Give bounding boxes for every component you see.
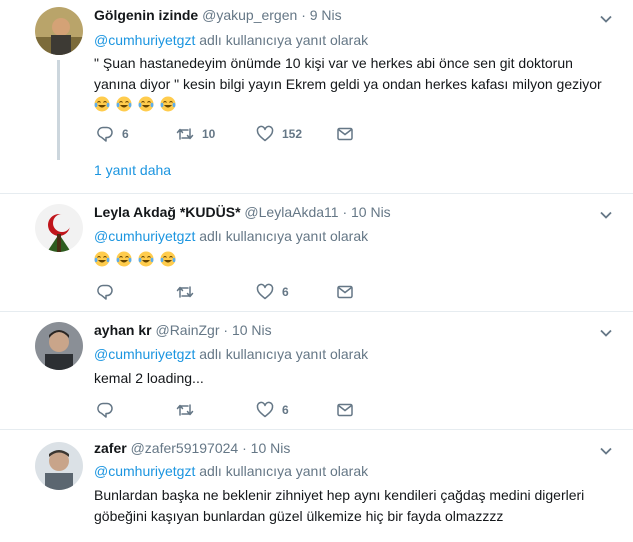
username[interactable]: @zafer59197024	[131, 440, 239, 456]
reply-prefix: adlı kullanıcıya yanıt olarak	[199, 346, 369, 362]
reply-prefix: adlı kullanıcıya yanıt olarak	[199, 228, 369, 244]
avatar[interactable]	[35, 204, 83, 252]
display-name[interactable]: zafer	[94, 440, 127, 456]
tweet-header: zafer @zafer59197024 · 10 Nis	[94, 440, 290, 456]
reply-prefix: adlı kullanıcıya yanıt olarak	[199, 463, 369, 479]
username[interactable]: @yakup_ergen	[202, 7, 297, 23]
tweet-text	[94, 250, 614, 271]
reply-button[interactable]	[96, 282, 122, 302]
separator-dot: ·	[301, 7, 306, 23]
reply-context: @cumhuriyetgzt adlı kullanıcıya yanıt ol…	[94, 346, 368, 362]
direct-message-button[interactable]	[336, 400, 354, 420]
like-button[interactable]: 152	[256, 124, 302, 144]
username[interactable]: @LeylaAkda11	[244, 204, 338, 220]
tweet-3[interactable]: ayhan kr @RainZgr · 10 Nis @cumhuriyetgz…	[0, 312, 633, 430]
chevron-down-icon[interactable]	[599, 12, 613, 26]
timestamp[interactable]: 10 Nis	[251, 440, 291, 456]
separator-dot: ·	[242, 440, 247, 456]
message-icon	[337, 403, 353, 417]
like-icon	[256, 125, 274, 142]
laughing-tears-emoji	[138, 251, 154, 267]
message-icon	[337, 127, 353, 141]
username[interactable]: @RainZgr	[155, 322, 219, 338]
show-more-replies-link[interactable]: 1 yanıt daha	[94, 162, 171, 178]
reply-icon	[97, 126, 113, 142]
laughing-tears-emoji	[138, 96, 154, 112]
chevron-down-icon[interactable]	[599, 326, 613, 340]
display-name[interactable]: ayhan kr	[94, 322, 152, 338]
retweet-icon	[176, 404, 194, 416]
like-count: 152	[282, 127, 303, 141]
tweet-text-line: kemal 2 loading...	[94, 370, 204, 386]
separator-dot: ·	[342, 204, 348, 220]
direct-message-button[interactable]	[336, 124, 354, 144]
avatar[interactable]	[35, 7, 83, 55]
like-icon	[256, 283, 274, 300]
retweet-button[interactable]	[176, 282, 202, 302]
reply-to-link[interactable]: @cumhuriyetgzt	[94, 346, 195, 362]
retweet-button[interactable]	[176, 400, 202, 420]
tweet-header: Gölgenin izinde @yakup_ergen · 9 Nis	[94, 7, 342, 23]
retweet-icon	[176, 128, 194, 140]
laughing-tears-emoji	[116, 251, 132, 267]
tweet-4[interactable]: zafer @zafer59197024 · 10 Nis @cumhuriye…	[0, 430, 633, 542]
reply-button[interactable]	[96, 400, 122, 420]
reply-to-link[interactable]: @cumhuriyetgzt	[94, 32, 195, 48]
tweet-text: Bunlardan başka ne beklenir zihniyet hep…	[94, 485, 614, 527]
tweet-header: ayhan kr @RainZgr · 10 Nis	[94, 322, 272, 338]
reply-icon	[97, 402, 113, 418]
chevron-down-icon[interactable]	[599, 208, 613, 222]
retweet-button[interactable]: 10	[176, 124, 215, 144]
laughing-tears-emoji	[160, 96, 176, 112]
emoji-row	[94, 250, 614, 271]
emoji-row	[94, 95, 614, 116]
direct-message-button[interactable]	[336, 282, 354, 302]
retweet-icon	[176, 286, 194, 298]
tweet-text-line: " Şuan hastanedeyim önümde 10 kişi var v…	[94, 55, 573, 71]
reply-context: @cumhuriyetgzt adlı kullanıcıya yanıt ol…	[94, 228, 368, 244]
tweet-text-line: yanına diyor " kesin bilgi yayın Ekrem g…	[94, 76, 602, 92]
like-count: 6	[282, 285, 289, 299]
timestamp[interactable]: 10 Nis	[351, 204, 391, 220]
separator-dot: ·	[223, 322, 229, 338]
reply-context: @cumhuriyetgzt adlı kullanıcıya yanıt ol…	[94, 463, 368, 479]
reply-count: 6	[122, 127, 129, 141]
display-name[interactable]: Gölgenin izinde	[94, 7, 198, 23]
display-name[interactable]: Leyla Akdağ *KUDÜS*	[94, 204, 241, 220]
reply-button[interactable]: 6	[96, 124, 129, 144]
tweet-text: " Şuan hastanedeyim önümde 10 kişi var v…	[94, 53, 614, 116]
like-count: 6	[282, 403, 289, 417]
retweet-count: 10	[202, 127, 216, 141]
avatar[interactable]	[35, 442, 83, 490]
chevron-down-icon[interactable]	[599, 444, 613, 458]
laughing-tears-emoji	[160, 251, 176, 267]
thread-line	[57, 60, 60, 160]
laughing-tears-emoji	[116, 96, 132, 112]
reply-prefix: adlı kullanıcıya yanıt olarak	[199, 32, 369, 48]
like-icon	[256, 401, 274, 418]
tweet-2[interactable]: Leyla Akdağ *KUDÜS* @LeylaAkda11 · 10 Ni…	[0, 194, 633, 312]
laughing-tears-emoji	[94, 96, 110, 112]
tweet-text: kemal 2 loading...	[94, 368, 614, 389]
like-button[interactable]: 6	[256, 400, 289, 420]
reply-to-link[interactable]: @cumhuriyetgzt	[94, 228, 195, 244]
reply-context: @cumhuriyetgzt adlı kullanıcıya yanıt ol…	[94, 32, 368, 48]
timestamp[interactable]: 9 Nis	[310, 7, 342, 23]
laughing-tears-emoji	[94, 251, 110, 267]
message-icon	[337, 285, 353, 299]
reply-to-link[interactable]: @cumhuriyetgzt	[94, 463, 195, 479]
timestamp[interactable]: 10 Nis	[232, 322, 272, 338]
reply-icon	[97, 284, 113, 300]
tweet-text-line: göbeğini kaşıyan bunlardan güzel ülkemiz…	[94, 508, 504, 524]
avatar[interactable]	[35, 322, 83, 370]
tweet-1[interactable]: Gölgenin izinde @yakup_ergen · 9 Nis @cu…	[0, 0, 633, 194]
tweet-text-line: Bunlardan başka ne beklenir zihniyet hep…	[94, 487, 585, 503]
tweet-header: Leyla Akdağ *KUDÜS* @LeylaAkda11 · 10 Ni…	[94, 204, 391, 220]
like-button[interactable]: 6	[256, 282, 289, 302]
